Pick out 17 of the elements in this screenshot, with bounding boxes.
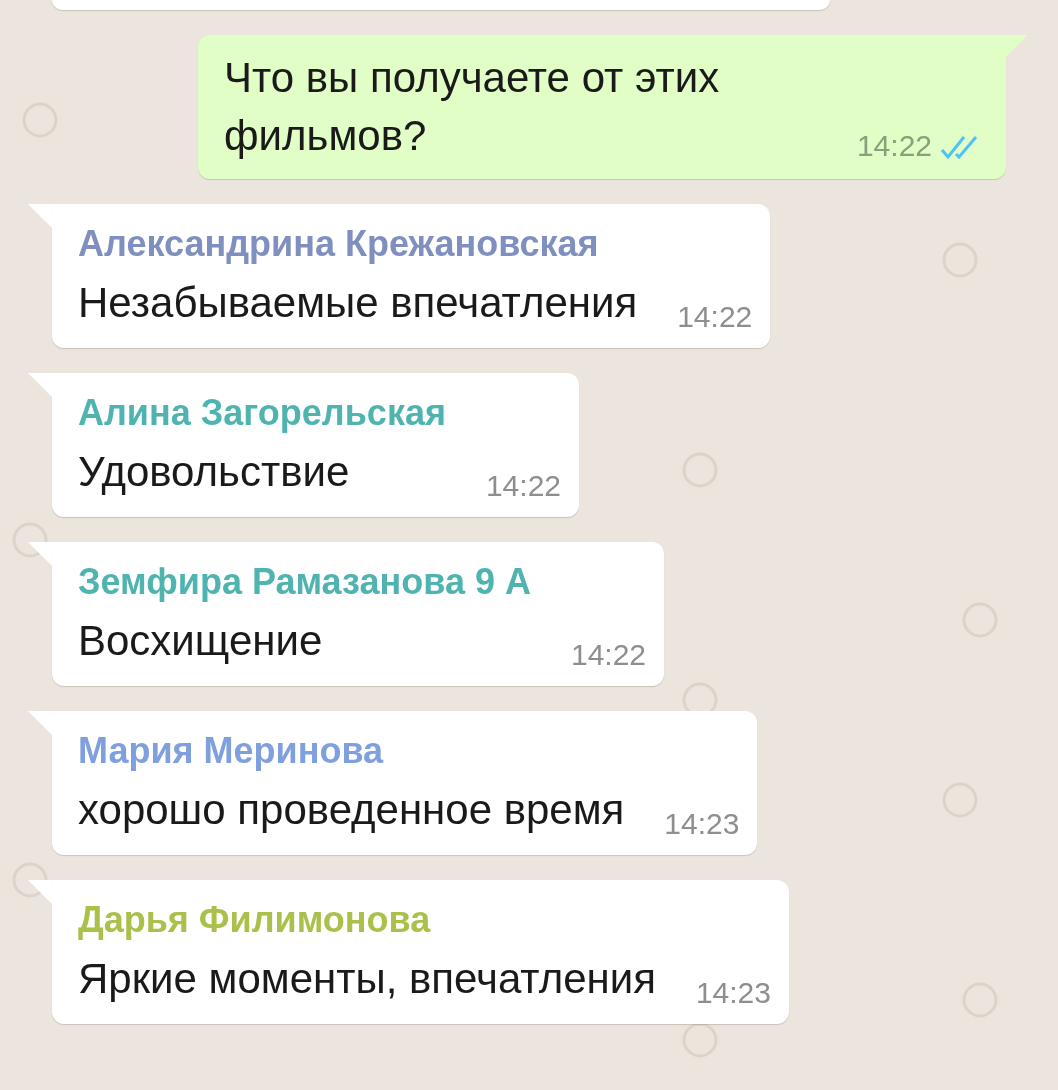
message-text: Удовольствие: [78, 447, 351, 497]
message-time: 14:23: [695, 976, 771, 1010]
sender-name: Александрина Крежановская: [78, 222, 600, 266]
message-text: Что вы получаете от этих фильмов?: [224, 53, 721, 161]
message-text: Восхищение: [78, 616, 324, 666]
message-text: Яркие моменты, впечатления: [78, 954, 656, 1004]
message-text: хорошо проведенное время: [78, 785, 625, 835]
message-time: 14:23: [664, 807, 740, 841]
sender-name: Земфира Рамазанова 9 А: [78, 560, 531, 604]
sender-name: Дарья Филимонова: [78, 898, 432, 942]
message-time: 14:22: [485, 469, 561, 503]
sender-name: Мария Меринова: [78, 729, 385, 773]
sender-name: Алина Загорельская: [78, 391, 446, 435]
message-time: 14:22: [570, 638, 647, 672]
message-text: Незабываемые впечатления: [78, 278, 638, 328]
message-time: 14:22: [677, 300, 753, 334]
message-time: 14:22: [856, 129, 932, 163]
